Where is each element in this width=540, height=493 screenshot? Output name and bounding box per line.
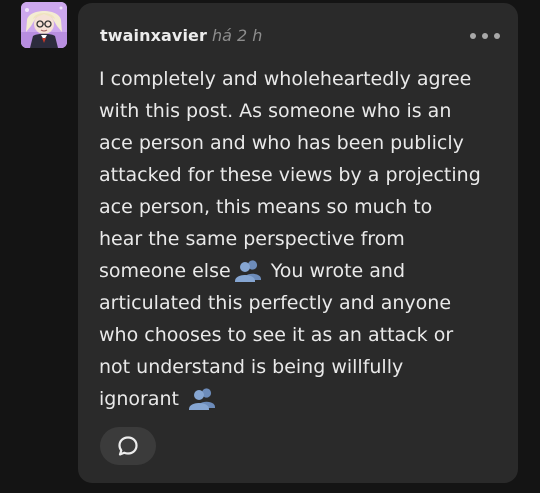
- username[interactable]: twainxavier: [100, 26, 207, 45]
- more-horizontal-icon: [470, 33, 476, 39]
- comment-text: You wrote and: [264, 260, 405, 282]
- comment-line: with this post. As someone who is an: [99, 100, 452, 122]
- timestamp: há 2 h: [212, 26, 263, 45]
- busts-in-silhouette-emoji: [189, 388, 215, 410]
- comment-body: I completely and wholeheartedly agree wi…: [99, 63, 509, 415]
- comment-line-with-emoji: ignorant: [99, 383, 509, 415]
- comment-card: twainxavier há 2 h I completely and whol…: [78, 3, 518, 483]
- comment-line: ace person and who has been publicly: [99, 132, 464, 154]
- comment-line: not understand is being willfully: [99, 356, 404, 378]
- comment-line: ace person, this means so much to: [99, 196, 433, 218]
- comment-line: I completely and wholeheartedly agree: [99, 68, 472, 90]
- comment-line: hear the same perspective from: [99, 228, 405, 250]
- speech-bubble-icon: [118, 436, 138, 456]
- comment-line-with-emoji: someone else You wrote and: [99, 255, 509, 287]
- avatar[interactable]: [21, 2, 67, 48]
- busts-in-silhouette-emoji: [234, 260, 261, 282]
- reply-button[interactable]: [100, 427, 156, 465]
- avatar-image: [21, 2, 67, 48]
- reply-thread: twainxavier há 2 h I completely and whol…: [0, 0, 540, 493]
- more-horizontal-icon-dot: [494, 33, 500, 39]
- comment-line: attacked for these views by a projecting: [99, 164, 481, 186]
- comment-text: someone else: [99, 260, 231, 282]
- comment-text: ignorant: [99, 388, 179, 410]
- more-options-button[interactable]: [470, 27, 500, 45]
- comment-line: who chooses to see it as an attack or: [99, 324, 454, 346]
- more-horizontal-icon-dot: [482, 33, 488, 39]
- comment-line: articulated this perfectly and anyone: [99, 292, 452, 314]
